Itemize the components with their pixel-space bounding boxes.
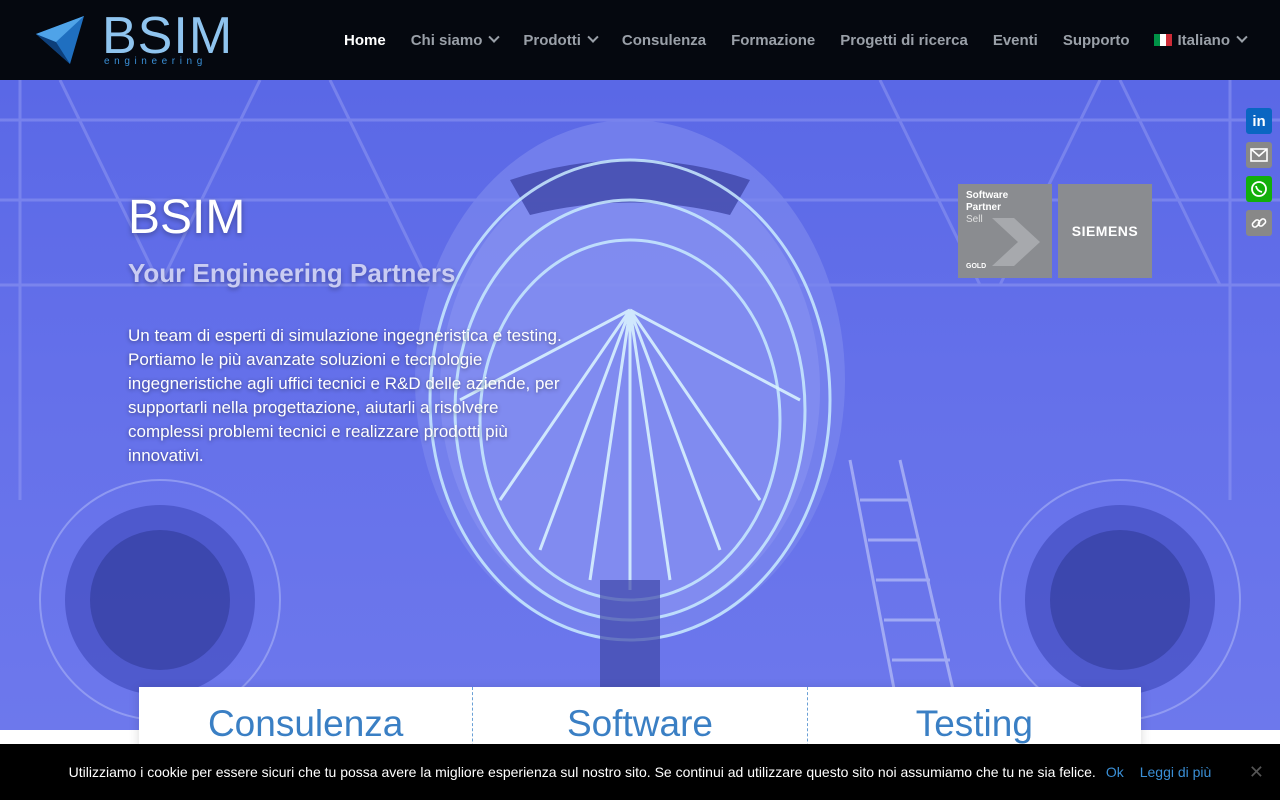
bsim-logo[interactable]: BSIM engineering — [32, 7, 232, 70]
linkedin-icon: in — [1252, 112, 1266, 130]
nav-supporto[interactable]: Supporto — [1063, 32, 1130, 49]
email-icon — [1250, 148, 1268, 162]
language-switcher[interactable]: Italiano — [1154, 31, 1248, 49]
nav-progetti-di-ricerca[interactable]: Progetti di ricerca — [840, 32, 968, 49]
copy-link-button[interactable] — [1246, 210, 1272, 236]
nav-formazione-label: Formazione — [731, 31, 816, 49]
partner-chevron-icon — [992, 218, 1040, 266]
nav-eventi-label: Eventi — [992, 31, 1038, 49]
linkedin-share-button[interactable]: in — [1246, 108, 1272, 134]
hero-description: Un team di esperti di simulazione ingegn… — [128, 326, 562, 465]
siemens-badge: SIEMENS — [1058, 184, 1152, 278]
nav-prodotti-label: Prodotti — [523, 31, 581, 49]
cookie-read-more-link[interactable]: Leggi di più — [1140, 764, 1212, 780]
language-label: Italiano — [1177, 31, 1230, 49]
nav-consulenza-label: Consulenza — [621, 31, 707, 49]
nav-home-label: Home — [344, 31, 386, 49]
close-icon[interactable]: ✕ — [1249, 762, 1264, 783]
cookie-banner: Utilizziamo i cookie per essere sicuri c… — [0, 744, 1280, 800]
chevron-down-icon — [488, 31, 501, 43]
nav-formazione[interactable]: Formazione — [731, 32, 815, 49]
cookie-ok-button[interactable]: Ok — [1106, 764, 1124, 780]
nav-prodotti[interactable]: Prodotti — [523, 31, 599, 49]
nav-progetti-label: Progetti di ricerca — [840, 31, 968, 49]
nav-home[interactable]: Home — [344, 32, 386, 49]
logo-tagline: engineering — [104, 56, 207, 67]
cookie-message: Utilizziamo i cookie per essere sicuri c… — [68, 764, 1096, 780]
hero-title: BSIM — [128, 191, 246, 244]
whatsapp-share-button[interactable] — [1246, 176, 1272, 202]
logo-mark-icon — [36, 16, 84, 64]
partner-badge-level: GOLD — [966, 263, 987, 270]
hero-subtitle: Your Engineering Partners — [128, 258, 456, 288]
hero-section: BSIM Your Engineering Partners Un team d… — [0, 80, 1280, 730]
email-share-button[interactable] — [1246, 142, 1272, 168]
site-header: BSIM engineering Home Chi siamo Prodotti… — [0, 0, 1280, 80]
italy-flag-icon — [1154, 34, 1172, 46]
nav-consulenza[interactable]: Consulenza — [622, 32, 706, 49]
whatsapp-icon — [1251, 181, 1267, 197]
nav-chi-siamo[interactable]: Chi siamo — [410, 31, 501, 49]
nav-supporto-label: Supporto — [1062, 31, 1130, 49]
nav-eventi[interactable]: Eventi — [993, 32, 1038, 49]
copy-link-icon — [1251, 218, 1267, 228]
siemens-software-partner-badge: Software Partner Sell GOLD — [958, 184, 1052, 278]
partner-badge-line1: Software — [966, 190, 1009, 201]
main-nav: Home Chi siamo Prodotti Consulenza Forma… — [319, 0, 1248, 80]
chevron-down-icon — [587, 31, 599, 43]
nav-chi-siamo-label: Chi siamo — [410, 31, 483, 49]
chevron-down-icon — [1236, 31, 1248, 43]
